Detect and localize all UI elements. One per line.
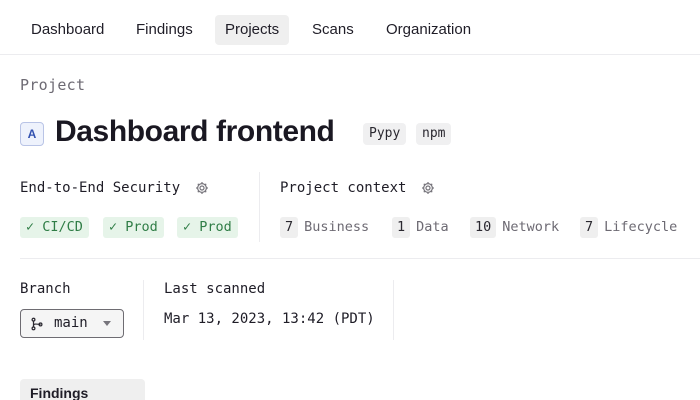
- gear-icon[interactable]: [421, 181, 435, 195]
- branch-label: Branch: [20, 281, 71, 297]
- context-item-data: 1 Data: [392, 217, 449, 238]
- section-divider: [259, 172, 260, 242]
- gear-icon[interactable]: [195, 181, 209, 195]
- nav-tab-findings[interactable]: Findings: [126, 15, 203, 45]
- context-count: 7: [280, 217, 299, 238]
- horizontal-divider: [20, 258, 700, 259]
- context-item-business: 7 Business: [280, 217, 369, 238]
- context-count: 7: [580, 217, 599, 238]
- branch-value: main: [54, 315, 88, 331]
- last-scanned-value: Mar 13, 2023, 13:42 (PDT): [164, 311, 375, 327]
- context-item-network: 10 Network: [470, 217, 559, 238]
- context-item-label: Data: [416, 219, 449, 235]
- context-count: 10: [470, 217, 497, 238]
- security-pill-prod: ✓ Prod: [177, 217, 238, 238]
- branch-select[interactable]: main: [20, 309, 124, 338]
- context-label: Project context: [280, 180, 407, 196]
- project-tag: npm: [416, 123, 452, 145]
- nav-tab-projects[interactable]: Projects: [215, 15, 290, 45]
- last-scanned-label: Last scanned: [164, 281, 266, 297]
- context-item-label: Lifecycle: [604, 219, 678, 235]
- tab-findings[interactable]: Findings: [20, 379, 145, 400]
- project-tag: Pypy: [363, 123, 407, 145]
- security-pill-cicd: ✓ CI/CD: [20, 217, 89, 238]
- project-avatar-icon: A: [20, 122, 44, 146]
- page-eyebrow: Project: [20, 76, 86, 94]
- nav-tab-dashboard[interactable]: Dashboard: [21, 15, 114, 45]
- context-item-label: Network: [502, 219, 560, 235]
- context-count: 1: [392, 217, 411, 238]
- git-branch-icon: [31, 317, 43, 331]
- security-label: End-to-End Security: [20, 180, 181, 196]
- top-nav: Dashboard Findings Projects Scans Organi…: [0, 0, 700, 55]
- context-item-label: Business: [304, 219, 370, 235]
- section-divider: [143, 280, 144, 340]
- page-title: Dashboard frontend: [55, 115, 335, 148]
- chevron-down-icon: [103, 321, 111, 326]
- section-divider: [393, 280, 394, 340]
- nav-tab-scans[interactable]: Scans: [302, 15, 364, 45]
- security-pill-prod: ✓ Prod: [103, 217, 164, 238]
- nav-tab-organization[interactable]: Organization: [376, 15, 481, 45]
- context-item-lifecycle: 7 Lifecycle: [580, 217, 677, 238]
